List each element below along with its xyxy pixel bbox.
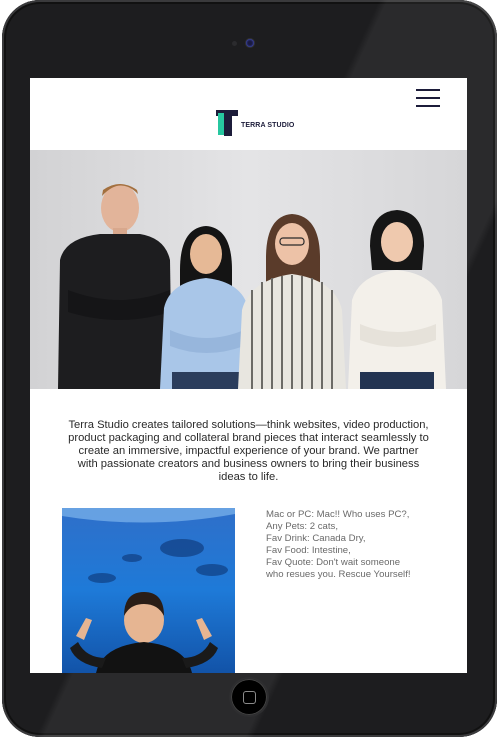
logo-t-icon [216,110,238,136]
intro-paragraph: Terra Studio creates tailored solutions—… [68,419,429,484]
fact-line: Fav Quote: Don't wait someone [266,557,401,568]
tablet-screen: TERRA STUDIO Terra Studio creates tailor… [30,78,467,673]
profile-photo [62,508,235,673]
fact-line: Any Pets: 2 cats, [266,521,338,532]
hamburger-menu-icon[interactable] [416,89,440,107]
hero-team-photo [30,150,467,389]
logo-text: TERRA STUDIO [241,121,295,129]
terra-studio-logo[interactable]: TERRA STUDIO [216,110,294,136]
home-square-icon [242,690,256,704]
profile-facts: Mac or PC: Mac!! Who uses PC?, Any Pets:… [266,509,456,581]
sensor-dot [232,41,237,46]
tablet-frame: TERRA STUDIO Terra Studio creates tailor… [2,0,497,737]
fact-line: Mac or PC: Mac!! Who uses PC?, [266,509,410,520]
fact-line: Fav Food: Intestine, [266,545,351,556]
fact-line: Fav Drink: Canada Dry, [266,533,366,544]
home-button[interactable] [231,679,267,715]
front-camera-icon [246,39,254,47]
site-header: TERRA STUDIO [30,78,467,150]
fact-line: who resues you. Rescue Yourself! [266,569,411,580]
